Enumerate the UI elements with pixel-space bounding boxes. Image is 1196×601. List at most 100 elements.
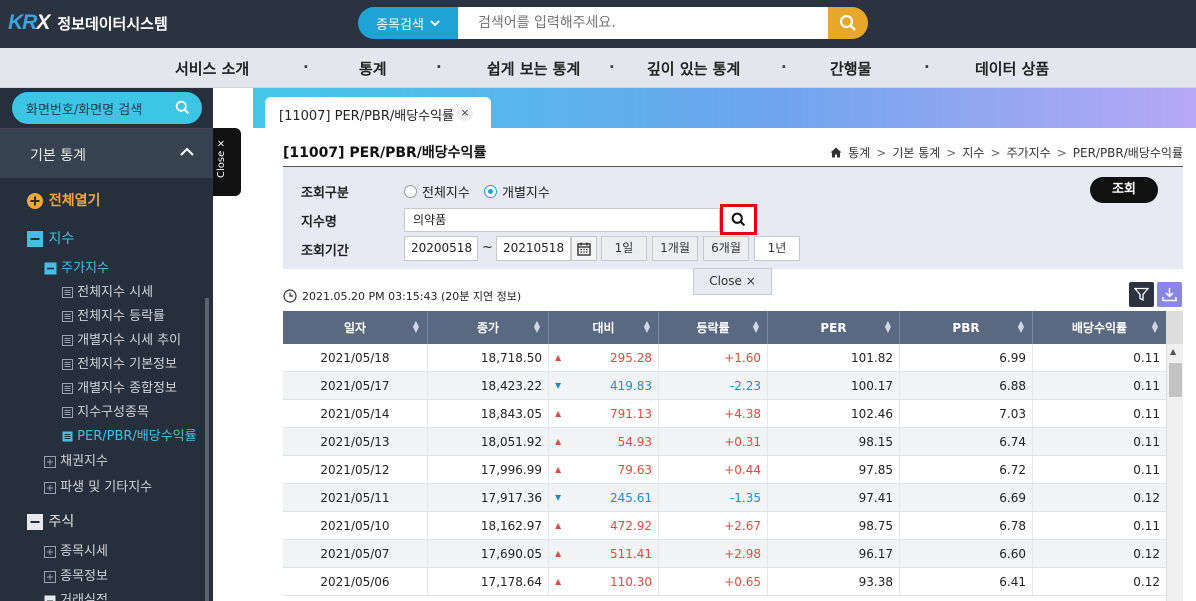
nav-item-service[interactable]: 서비스 소개: [175, 58, 249, 79]
date-range-tilde: ~: [482, 240, 493, 255]
cell-pbr: 6.69: [900, 484, 1033, 511]
sidebar-item-stock-info[interactable]: 종목정보: [44, 565, 108, 584]
logo[interactable]: KRX 정보데이터시스템: [8, 11, 168, 35]
download-button[interactable]: [1157, 282, 1182, 307]
sidebar-item-stock-price[interactable]: 종목시세: [44, 540, 108, 559]
column-header-per[interactable]: PER ▲ ▼: [768, 311, 900, 344]
column-header-rate[interactable]: 등락률 ▲ ▼: [659, 311, 768, 344]
nav-item-data-products[interactable]: 데이터 상품: [975, 58, 1049, 79]
nav-item-stats[interactable]: 통계: [359, 58, 387, 79]
sidebar-close-button[interactable]: Close ×: [213, 128, 241, 196]
filter-icon: [1134, 287, 1149, 302]
sidebar-section-header[interactable]: 기본 통계: [0, 128, 213, 178]
timestamp-text: 2021.05.20 PM 03:15:43 (20분 지연 정보): [302, 290, 522, 303]
table-row[interactable]: 2021/05/07 17,690.05 ▲ 511.41 +2.98 96.17 6.60…: [283, 540, 1166, 568]
breadcrumb-item[interactable]: 주가지수: [1007, 144, 1051, 161]
sidebar-item-index-components[interactable]: 지수구성종목: [62, 401, 149, 420]
table-row[interactable]: 2021/05/14 18,843.05 ▲ 791.13 +4.38 102.46 7.0…: [283, 400, 1166, 428]
period-1y-button[interactable]: 1년: [754, 236, 800, 261]
table-row[interactable]: 2021/05/06 17,178.64 ▲ 110.30 +0.65 93.38 6.41…: [283, 568, 1166, 596]
cell-dividend-value: 0.11: [1133, 351, 1160, 365]
sidebar-item-jisu[interactable]: 지수: [26, 228, 74, 248]
sidebar-item-all-index-price[interactable]: 전체지수 시세: [62, 281, 153, 300]
table-row[interactable]: 2021/05/11 17,917.36 ▼ 245.61 -1.35 97.41 6.69…: [283, 484, 1166, 512]
sidebar-item-jugajisu[interactable]: 주가지수: [44, 257, 109, 276]
cell-pbr: 6.60: [900, 540, 1033, 567]
table-row[interactable]: 2021/05/18 18,718.50 ▲ 295.28 +1.60 101.82 6.9…: [283, 344, 1166, 372]
search-submit-button[interactable]: 조회: [1090, 177, 1158, 203]
column-header-close[interactable]: 종가 ▲ ▼: [428, 311, 549, 344]
sidebar-item-stocks[interactable]: 주식: [26, 511, 74, 531]
column-label: 등락률: [696, 321, 730, 335]
date-from-field[interactable]: 20200518: [404, 236, 478, 261]
radio-label: 전체지수: [422, 186, 470, 201]
tab-close-icon[interactable]: ×: [457, 105, 473, 121]
sidebar-search-input[interactable]: 화면번호/화면명 검색: [12, 92, 202, 124]
search-type-select[interactable]: 종목검색: [358, 7, 458, 39]
index-name-field[interactable]: 의약품: [404, 208, 720, 232]
global-search-button[interactable]: [828, 7, 868, 39]
index-search-button[interactable]: [720, 204, 757, 235]
document-icon: [62, 335, 73, 346]
sidebar-item-trading[interactable]: 거래실적: [44, 589, 108, 601]
column-header-date[interactable]: 일자 ▲ ▼: [283, 311, 428, 344]
column-label: PBR: [952, 320, 980, 335]
sort-icon[interactable]: ▲ ▼: [1018, 320, 1024, 334]
radio-circle-selected: [484, 185, 497, 198]
sidebar-item-index-basic-info[interactable]: 전체지수 기본정보: [62, 353, 177, 372]
table-row[interactable]: 2021/05/13 18,051.92 ▲ 54.93 +0.31 98.15 6.74 0…: [283, 428, 1166, 456]
table-scrollbar[interactable]: ▲: [1166, 311, 1183, 601]
radio-individual-index[interactable]: 개별지수: [484, 182, 550, 201]
plus-box-icon: [44, 455, 56, 468]
cell-rate: -1.35: [659, 484, 768, 511]
sort-icon[interactable]: ▲ ▼: [753, 320, 759, 334]
cell-dividend: 0.11: [1033, 400, 1166, 427]
cell-dividend-value: 0.11: [1133, 519, 1160, 533]
sort-icon[interactable]: ▲ ▼: [644, 320, 650, 334]
sidebar-item-bond-index[interactable]: 채권지수: [44, 450, 108, 469]
sidebar-scrollbar[interactable]: [205, 298, 209, 601]
chevron-up-icon[interactable]: [180, 147, 194, 156]
expand-all-button[interactable]: 전체열기: [26, 190, 100, 210]
breadcrumb-item[interactable]: 기본 통계: [892, 144, 940, 161]
krx-logo: KRX: [8, 11, 50, 34]
column-header-pbr[interactable]: PBR ▲ ▼: [900, 311, 1033, 344]
nav-item-deep-stats[interactable]: 깊이 있는 통계: [647, 58, 740, 79]
nav-item-publications[interactable]: 간행물: [830, 58, 871, 79]
tab-per-pbr[interactable]: [11007] PER/PBR/배당수익률 ×: [265, 97, 491, 129]
scroll-up-icon[interactable]: ▲: [1170, 347, 1176, 356]
sort-icon[interactable]: ▲ ▼: [1152, 320, 1158, 334]
global-search-input[interactable]: [458, 7, 828, 39]
period-1d-button[interactable]: 1일: [601, 236, 647, 261]
radio-all-index[interactable]: 전체지수: [404, 182, 470, 201]
nav-item-easy-stats[interactable]: 쉽게 보는 통계: [487, 58, 580, 79]
filter-button[interactable]: [1129, 282, 1154, 307]
date-to-field[interactable]: 20210518: [496, 236, 571, 261]
sidebar-item-derivative-index[interactable]: 파생 및 기타지수: [44, 476, 152, 495]
scrollbar-thumb[interactable]: [1169, 363, 1182, 397]
table-row[interactable]: 2021/05/10 18,162.97 ▲ 472.92 +2.67 98.75 6.78…: [283, 512, 1166, 540]
triangle-up-icon: ▲: [555, 549, 562, 558]
cell-date-value: 2021/05/12: [320, 463, 390, 477]
sidebar-item-all-index-rate[interactable]: 전체지수 등락률: [62, 305, 165, 324]
close-query-popup-button[interactable]: Close ×: [693, 268, 772, 295]
column-header-dividend[interactable]: 배당수익률 ▲ ▼: [1033, 311, 1166, 344]
breadcrumb-item[interactable]: 지수: [962, 144, 984, 161]
sidebar-search-placeholder: 화면번호/화면명 검색: [26, 102, 143, 118]
table-row[interactable]: 2021/05/17 18,423.22 ▼ 419.83 -2.23 100.17 6.8…: [283, 372, 1166, 400]
sidebar-item-index-summary[interactable]: 개별지수 종합정보: [62, 377, 177, 396]
cell-change: ▲ 79.63: [549, 456, 659, 483]
sidebar-item-per-pbr[interactable]: PER/PBR/배당수익률: [62, 425, 197, 444]
calendar-button[interactable]: [571, 236, 597, 261]
search-icon[interactable]: [175, 100, 190, 115]
sidebar-item-index-trend[interactable]: 개별지수 시세 추이: [62, 329, 181, 348]
sort-icon[interactable]: ▲ ▼: [413, 320, 419, 334]
column-header-change[interactable]: 대비 ▲ ▼: [549, 311, 659, 344]
sort-icon[interactable]: ▲ ▼: [885, 320, 891, 334]
breadcrumb-item[interactable]: 통계: [848, 144, 870, 161]
home-icon[interactable]: [830, 147, 842, 158]
period-6m-button[interactable]: 6개월: [703, 236, 749, 261]
sort-icon[interactable]: ▲ ▼: [534, 320, 540, 334]
period-1m-button[interactable]: 1개월: [652, 236, 698, 261]
table-row[interactable]: 2021/05/12 17,996.99 ▲ 79.63 +0.44 97.85 6.72 0…: [283, 456, 1166, 484]
